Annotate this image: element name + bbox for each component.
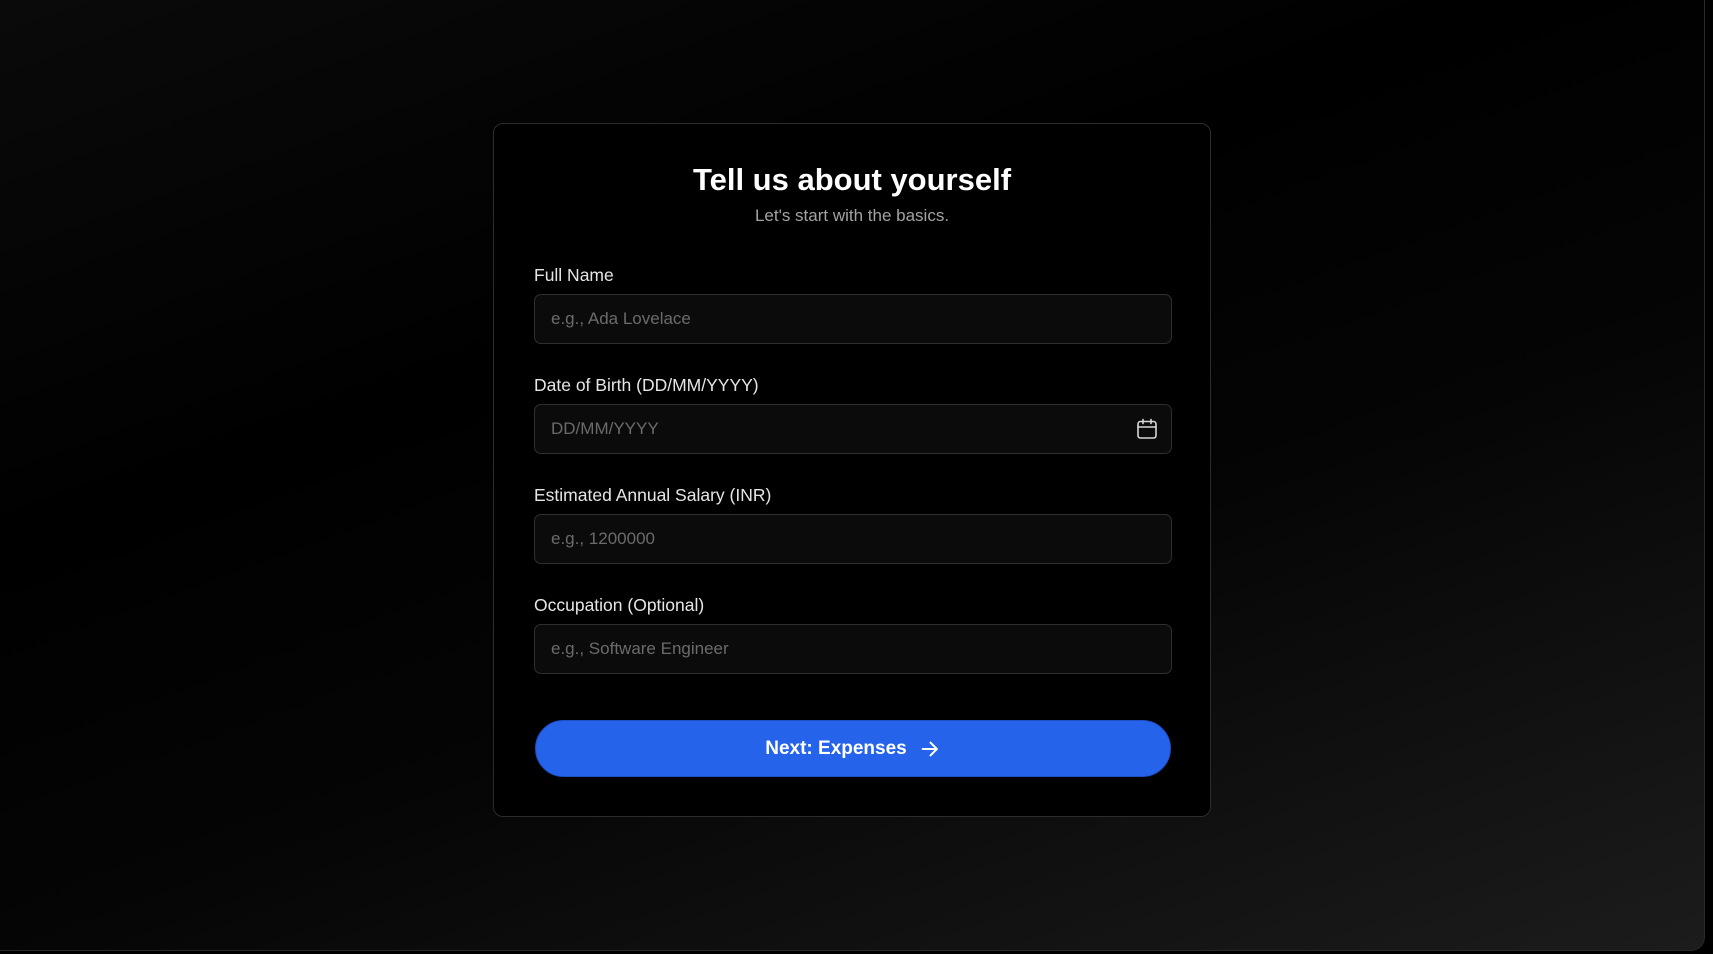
- calendar-icon[interactable]: [1135, 417, 1159, 441]
- profile-form-card: Tell us about yourself Let's start with …: [493, 123, 1211, 817]
- full-name-label: Full Name: [534, 265, 614, 285]
- arrow-right-icon: [921, 741, 938, 756]
- occupation-input[interactable]: [535, 625, 1171, 673]
- app-background: Tell us about yourself Let's start with …: [0, 0, 1705, 951]
- annual-salary-input[interactable]: [535, 515, 1171, 563]
- full-name-input[interactable]: [535, 295, 1171, 343]
- form-title: Tell us about yourself: [692, 162, 1012, 197]
- annual-salary-label: Estimated Annual Salary (INR): [534, 485, 772, 505]
- date-of-birth-label: Date of Birth (DD/MM/YYYY): [534, 375, 759, 395]
- date-of-birth-input[interactable]: [535, 405, 1171, 453]
- full-name-field[interactable]: [534, 294, 1172, 344]
- occupation-label: Occupation (Optional): [534, 595, 705, 615]
- occupation-field[interactable]: [534, 624, 1172, 674]
- next-button-label: Next: Expenses: [765, 737, 907, 759]
- annual-salary-field[interactable]: [534, 514, 1172, 564]
- form-subtitle: Let's start with the basics.: [754, 206, 950, 225]
- next-expenses-button[interactable]: Next: Expenses: [535, 720, 1171, 777]
- date-of-birth-field[interactable]: [534, 404, 1172, 454]
